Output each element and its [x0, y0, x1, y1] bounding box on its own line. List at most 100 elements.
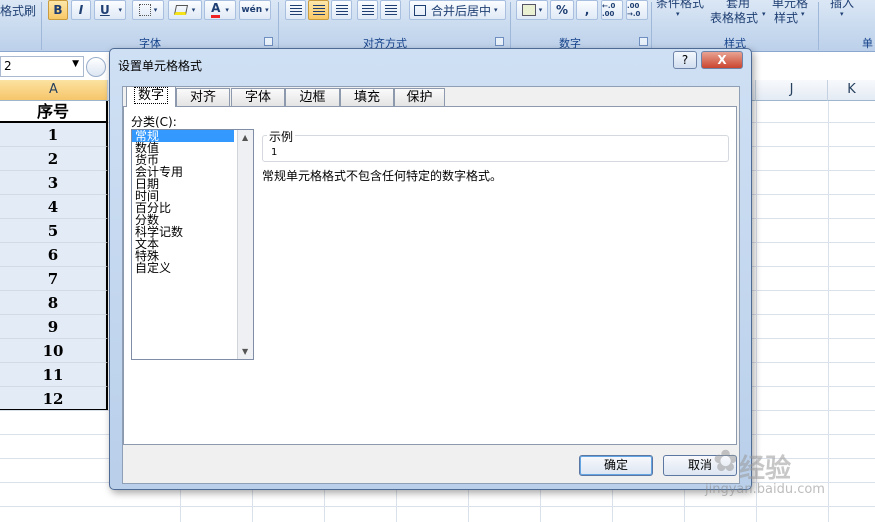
category-scrollbar[interactable]: ▲ ▼ [237, 130, 253, 359]
table-row[interactable]: 12 [0, 387, 108, 411]
format-cells-dialog: 设置单元格格式 ? X 数字 对齐 字体 边框 填充 保护 分类(C): 常规 … [109, 48, 752, 490]
table-row[interactable]: 10 [0, 339, 108, 363]
tab-number[interactable]: 数字 [126, 86, 176, 107]
tab-fill[interactable]: 填充 [340, 88, 394, 107]
sample-legend: 示例 [267, 128, 296, 145]
scroll-down-icon[interactable]: ▼ [242, 347, 248, 356]
dropdown-arrow-icon: ▼ [72, 59, 79, 69]
close-button[interactable]: X [701, 51, 743, 69]
scroll-up-icon[interactable]: ▲ [242, 133, 248, 142]
increase-decimal-button[interactable]: ←.0 .00 [601, 0, 623, 20]
dropdown-arrow-icon: ▾ [153, 6, 158, 14]
column-header-k[interactable]: K [828, 80, 875, 101]
border-icon [138, 4, 151, 16]
font-color-letter: A [211, 2, 221, 18]
header-cell[interactable]: 序号 [0, 101, 108, 123]
ribbon-separator [41, 2, 42, 50]
dropdown-arrow-icon: ▾ [191, 6, 196, 14]
close-icon: X [717, 53, 727, 67]
font-dialog-launcher[interactable] [264, 37, 273, 46]
name-box[interactable]: 2 ▼ [0, 56, 84, 77]
align-left-icon [289, 5, 302, 15]
cell-style-button[interactable]: 样式 [774, 9, 798, 26]
cancel-button[interactable]: 取消 [663, 455, 737, 476]
table-row[interactable]: 5 [0, 219, 108, 243]
table-row[interactable]: 6 [0, 243, 108, 267]
tab-alignment[interactable]: 对齐 [176, 88, 230, 107]
align-center-button[interactable] [308, 0, 329, 20]
merge-center-button[interactable]: 合并后居中 ▾ [409, 0, 506, 20]
dialog-title: 设置单元格格式 [118, 59, 203, 73]
fill-color-button[interactable]: ▾ [168, 0, 202, 20]
align-right-button[interactable] [331, 0, 352, 20]
gridline [828, 101, 829, 522]
table-row[interactable]: 8 [0, 291, 108, 315]
percent-button[interactable]: % [550, 0, 574, 20]
align-left-button[interactable] [285, 0, 306, 20]
table-row[interactable]: 9 [0, 315, 108, 339]
tab-font[interactable]: 字体 [231, 88, 285, 107]
decrease-decimal-button[interactable]: .00 →.0 [626, 0, 648, 20]
paint-bucket-icon [173, 5, 188, 15]
accounting-format-button[interactable]: ▾ [516, 0, 548, 20]
decrease-indent-button[interactable] [357, 0, 378, 20]
phonetic-label: wén [241, 5, 263, 15]
conditional-format-button[interactable]: 条件格式 [656, 0, 704, 11]
ribbon-separator [818, 2, 819, 50]
italic-button[interactable]: I [71, 0, 91, 20]
currency-icon [521, 4, 536, 16]
increase-indent-button[interactable] [380, 0, 401, 20]
tab-border[interactable]: 边框 [285, 88, 340, 107]
tab-label: 数字 [133, 87, 168, 104]
table-row[interactable]: 2 [0, 147, 108, 171]
phonetic-button[interactable]: wén ▾ [239, 0, 271, 20]
table-row[interactable]: 4 [0, 195, 108, 219]
name-box-value: 2 [4, 59, 12, 73]
ribbon-separator [651, 2, 652, 50]
dropdown-arrow-icon: ▾ [225, 6, 229, 14]
gridline [0, 506, 875, 507]
format-painter-button[interactable]: 格式刷 [0, 2, 36, 19]
bold-button[interactable]: B [48, 0, 68, 20]
tab-protection[interactable]: 保护 [394, 88, 445, 107]
table-row[interactable]: 1 [0, 123, 108, 147]
dropdown-arrow-icon: ▾ [801, 10, 805, 18]
table-row[interactable]: 7 [0, 267, 108, 291]
comma-button[interactable]: , [576, 0, 598, 20]
list-item[interactable]: 自定义 [132, 262, 234, 274]
category-label: 分类(C): [131, 115, 177, 129]
merge-icon [414, 4, 426, 16]
align-center-icon [312, 5, 325, 15]
dropdown-arrow-icon: ▾ [538, 6, 543, 14]
gridline [756, 101, 757, 522]
font-color-button[interactable]: A ▾ [204, 0, 236, 20]
column-header-a[interactable]: A [0, 80, 108, 101]
sample-box [262, 135, 729, 162]
increase-indent-icon [384, 5, 397, 15]
column-header-j[interactable]: J [756, 80, 828, 101]
group-cells-label: 单 [862, 37, 873, 50]
align-right-icon [335, 5, 348, 15]
category-list[interactable]: 常规 数值 货币 会计专用 日期 时间 百分比 分数 科学记数 文本 特殊 自定… [131, 129, 254, 360]
border-button[interactable]: ▾ [132, 0, 164, 20]
ribbon-separator [510, 2, 511, 50]
dropdown-arrow-icon: ▾ [676, 10, 680, 18]
ribbon-separator [278, 2, 279, 50]
table-row[interactable]: 11 [0, 363, 108, 387]
underline-label: U [100, 3, 110, 17]
sample-value: 1 [271, 147, 278, 158]
dropdown-arrow-icon: ▾ [265, 6, 269, 14]
help-button[interactable]: ? [673, 51, 697, 69]
decrease-indent-icon [361, 5, 374, 15]
dropdown-arrow-icon: ▾ [118, 6, 122, 14]
table-row[interactable]: 3 [0, 171, 108, 195]
dropdown-arrow-icon: ▾ [840, 10, 844, 18]
insert-function-button[interactable] [86, 57, 106, 77]
ok-button[interactable]: 确定 [579, 455, 653, 476]
underline-button[interactable]: U ▾ [94, 0, 126, 20]
table-format-button[interactable]: 表格格式 [710, 9, 758, 26]
number-dialog-launcher[interactable] [639, 37, 648, 46]
dropdown-arrow-icon: ▾ [762, 10, 766, 18]
align-dialog-launcher[interactable] [495, 37, 504, 46]
merge-center-label: 合并后居中 [431, 3, 492, 18]
